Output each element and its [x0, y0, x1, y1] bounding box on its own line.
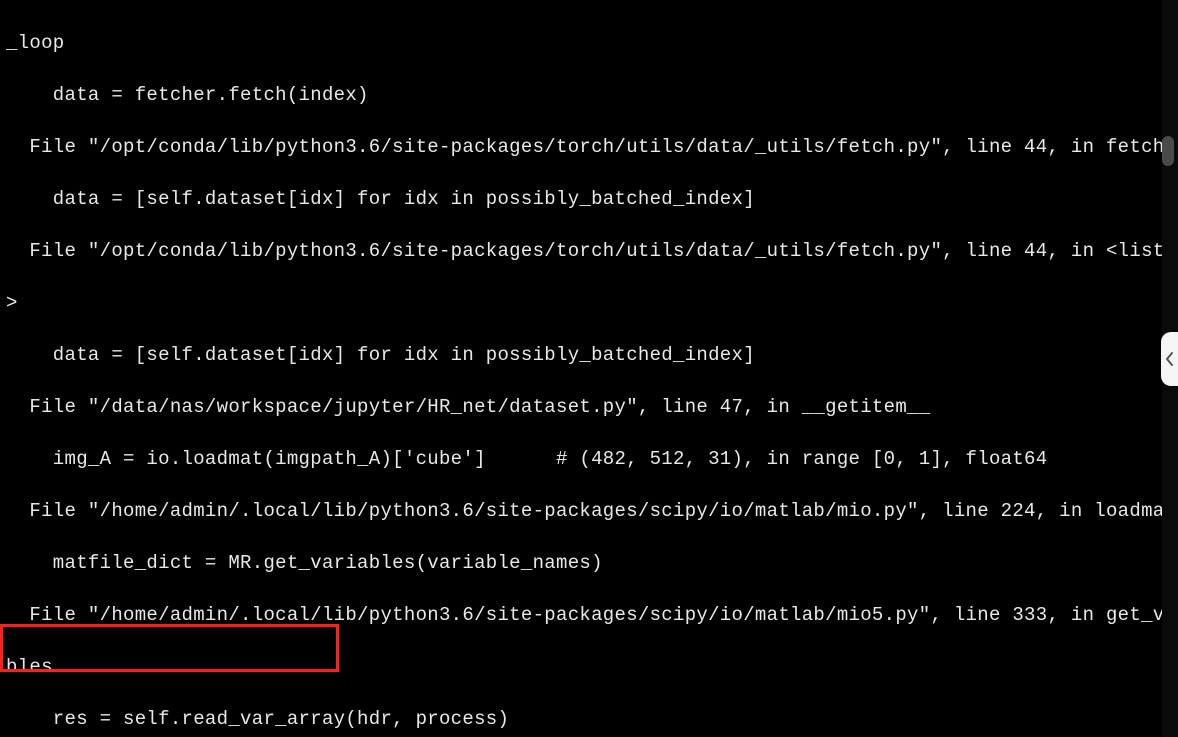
- trace-line: data = fetcher.fetch(index): [6, 82, 1172, 108]
- trace-line: File "/opt/conda/lib/python3.6/site-pack…: [6, 238, 1172, 264]
- side-collapse-tab[interactable]: [1161, 332, 1178, 386]
- trace-line: bles: [6, 654, 1172, 680]
- chevron-left-icon: [1165, 351, 1175, 367]
- trace-line: matfile_dict = MR.get_variables(variable…: [6, 550, 1172, 576]
- trace-line: >: [6, 290, 1172, 316]
- trace-line: File "/home/admin/.local/lib/python3.6/s…: [6, 498, 1172, 524]
- trace-line: img_A = io.loadmat(imgpath_A)['cube'] # …: [6, 446, 1172, 472]
- trace-line: data = [self.dataset[idx] for idx in pos…: [6, 342, 1172, 368]
- scrollbar-thumb[interactable]: [1162, 136, 1174, 166]
- trace-line: File "/data/nas/workspace/jupyter/HR_net…: [6, 394, 1172, 420]
- trace-line: File "/opt/conda/lib/python3.6/site-pack…: [6, 134, 1172, 160]
- trace-line: res = self.read_var_array(hdr, process): [6, 706, 1172, 732]
- trace-line: data = [self.dataset[idx] for idx in pos…: [6, 186, 1172, 212]
- terminal-output[interactable]: _loop data = fetcher.fetch(index) File "…: [0, 0, 1178, 737]
- trace-line: File "/home/admin/.local/lib/python3.6/s…: [6, 602, 1172, 628]
- trace-line: _loop: [6, 30, 1172, 56]
